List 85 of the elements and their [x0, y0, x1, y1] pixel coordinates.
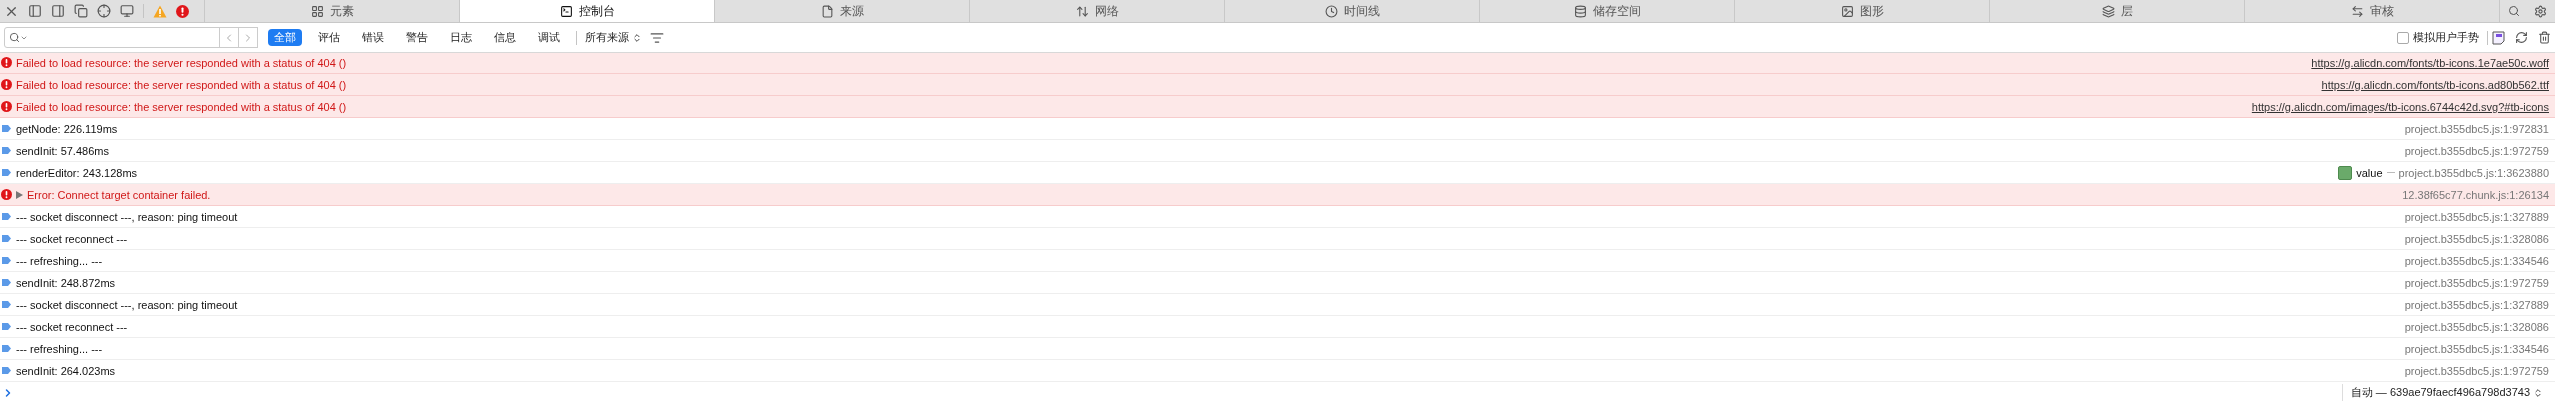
- message-text: sendInit: 57.486ms: [16, 144, 109, 157]
- message-text: --- refreshing... ---: [16, 254, 103, 267]
- swap-icon: [2350, 4, 2364, 18]
- image-icon: [1840, 4, 1854, 18]
- source-location[interactable]: project.b355dbc5.js:1:328086: [2404, 232, 2549, 245]
- log-icon: [1, 322, 12, 331]
- up-down-caret-icon: [2533, 387, 2543, 398]
- up-down-caret-icon: [632, 32, 642, 43]
- message-text: sendInit: 248.872ms: [16, 276, 116, 289]
- log-icon: [1, 344, 12, 353]
- level-filter-button[interactable]: 日志: [444, 29, 478, 46]
- source-location[interactable]: project.b355dbc5.js:1:972759: [2404, 276, 2549, 289]
- crosshair-icon[interactable]: [97, 4, 111, 18]
- source-filter-button[interactable]: 所有来源: [581, 30, 646, 45]
- message-text: --- socket reconnect ---: [16, 232, 128, 245]
- arrows-icon: [1075, 4, 1089, 18]
- source-location[interactable]: project.b355dbc5.js:1:328086: [2404, 320, 2549, 333]
- log-icon: [1, 212, 12, 221]
- error-icon[interactable]: [176, 4, 189, 18]
- level-filter-button[interactable]: 警告: [400, 29, 434, 46]
- message-text: --- socket reconnect ---: [16, 320, 128, 333]
- error-icon: [1, 101, 12, 112]
- search-icon: [9, 32, 20, 43]
- source-link[interactable]: https://g.alicdn.com/images/tb-icons.6744c42d.svg?#tb-icons: [2251, 100, 2549, 113]
- log-icon: [1, 300, 12, 309]
- js-document-icon[interactable]: [2492, 30, 2505, 45]
- database-icon: [1573, 4, 1587, 18]
- search-icon[interactable]: [2508, 5, 2520, 17]
- source-location[interactable]: project.b355dbc5.js:1:327889: [2404, 298, 2549, 311]
- error-icon: [1, 79, 12, 90]
- log-icon: [1, 278, 12, 287]
- source-location[interactable]: 12.38f65c77.chunk.js:1:26134: [2402, 188, 2549, 201]
- message-text: Error: Connect target container failed.: [27, 188, 211, 201]
- message-text: getNode: 226.119ms: [16, 122, 118, 135]
- message-text: Failed to load resource: the server responded with a status of 404 (): [16, 56, 347, 69]
- dock-right-icon[interactable]: [51, 4, 65, 18]
- level-filter-button[interactable]: 信息: [488, 29, 522, 46]
- error-icon: [1, 189, 12, 200]
- undock-icon[interactable]: [74, 4, 88, 18]
- dock-left-icon[interactable]: [28, 4, 42, 18]
- log-icon: [1, 168, 12, 177]
- error-icon: [1, 57, 12, 68]
- source-link[interactable]: https://g.alicdn.com/fonts/tb-icons.1e7ae50c.woff: [2311, 56, 2549, 69]
- function-icon: [2338, 165, 2353, 180]
- document-icon: [820, 4, 834, 18]
- log-icon: [1, 234, 12, 243]
- source-link[interactable]: https://g.alicdn.com/fonts/tb-icons.ad80b562.ttf: [2321, 78, 2549, 91]
- source-location[interactable]: project.b355dbc5.js:1:334546: [2404, 254, 2549, 267]
- message-text: Failed to load resource: the server responded with a status of 404 (): [16, 78, 347, 91]
- panel-tab[interactable]: 控制台: [460, 0, 715, 22]
- source-location[interactable]: project.b355dbc5.js:1:334546: [2404, 342, 2549, 355]
- level-filter-button[interactable]: 评估: [312, 29, 346, 46]
- source-location[interactable]: project.b355dbc5.js:1:972759: [2404, 144, 2549, 157]
- checkbox[interactable]: [2397, 31, 2409, 44]
- source-location[interactable]: project.b355dbc5.js:1:3623880: [2398, 166, 2549, 179]
- clock-icon: [1324, 4, 1338, 18]
- filter-icon[interactable]: [650, 30, 664, 45]
- log-icon: [1, 124, 12, 133]
- message-text: --- socket disconnect ---, reason: ping timeout: [16, 298, 238, 311]
- trash-icon[interactable]: [2538, 31, 2551, 44]
- disclosure-triangle-icon[interactable]: [16, 190, 23, 199]
- search-field[interactable]: [4, 27, 220, 48]
- grid-icon: [310, 4, 324, 18]
- level-filter-button[interactable]: 错误: [356, 29, 390, 46]
- settings-icon[interactable]: [2534, 4, 2547, 18]
- function-name[interactable]: value: [2356, 166, 2383, 179]
- log-icon: [1, 366, 12, 375]
- layers-icon: [2101, 4, 2115, 18]
- message-text: sendInit: 264.023ms: [16, 364, 116, 377]
- source-location[interactable]: project.b355dbc5.js:1:972759: [2404, 364, 2549, 377]
- execution-context-button[interactable]: 自动 — 639ae79faecf496a798d3743: [2341, 384, 2549, 401]
- terminal-icon: [559, 4, 573, 18]
- monitor-icon[interactable]: [120, 4, 134, 18]
- level-filter-button[interactable]: 调试: [532, 29, 566, 46]
- message-text: Failed to load resource: the server responded with a status of 404 (): [16, 100, 347, 113]
- checkbox-label: 模拟用户手势: [2413, 30, 2479, 45]
- message-text: --- refreshing... ---: [16, 342, 103, 355]
- log-icon: [1, 256, 12, 265]
- message-text: renderEditor: 243.128ms: [16, 166, 138, 179]
- level-filter-button[interactable]: 全部: [268, 29, 302, 46]
- refresh-icon[interactable]: [2515, 31, 2528, 44]
- message-text: --- socket disconnect ---, reason: ping timeout: [16, 210, 238, 223]
- source-location[interactable]: project.b355dbc5.js:1:327889: [2404, 210, 2549, 223]
- source-location[interactable]: project.b355dbc5.js:1:972831: [2404, 122, 2549, 135]
- log-icon: [1, 146, 12, 155]
